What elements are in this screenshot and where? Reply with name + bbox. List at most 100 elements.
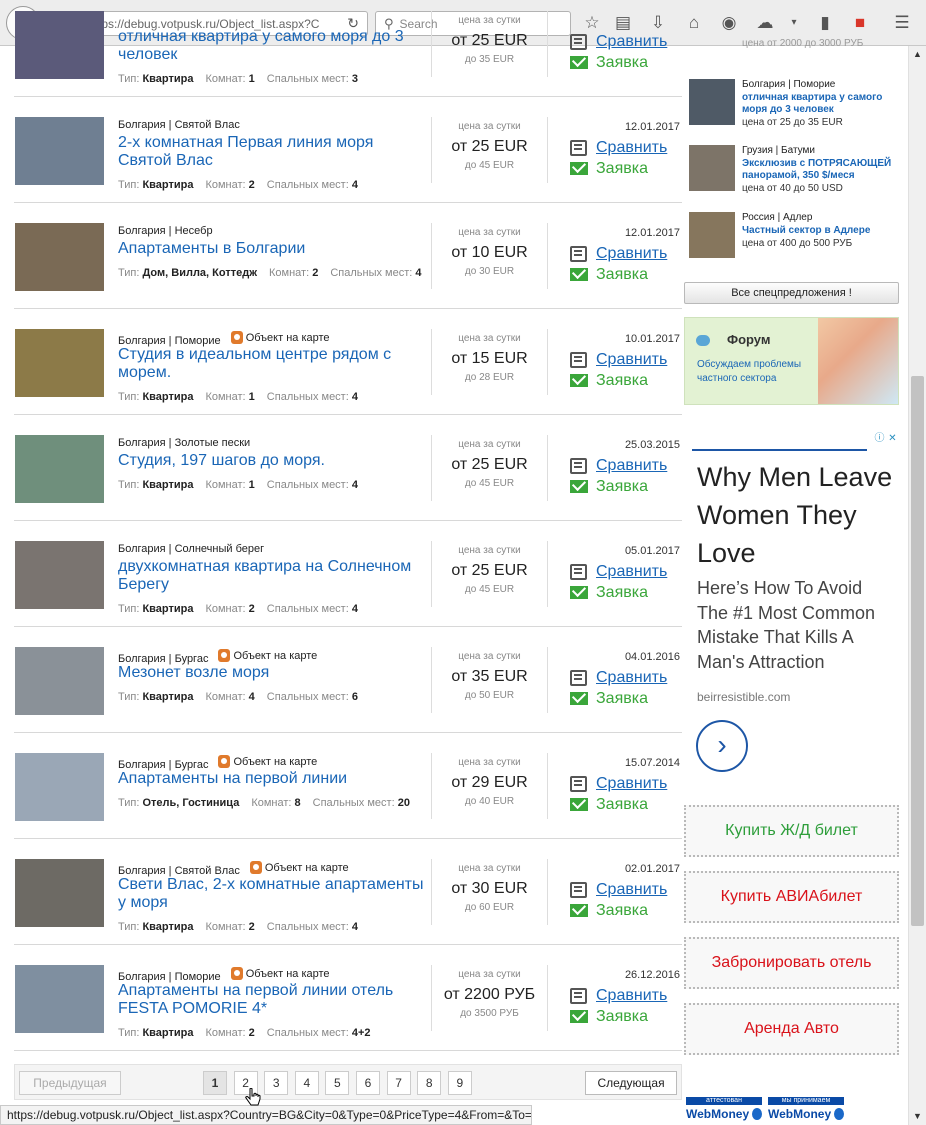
compare-link[interactable]: Сравнить	[596, 987, 667, 1005]
compare-button[interactable]: Сравнить	[570, 31, 667, 52]
cta-button[interactable]: Забронировать отель	[684, 937, 899, 989]
cta-button[interactable]: Купить АВИАбилет	[684, 871, 899, 923]
page-number-button[interactable]: 8	[417, 1071, 442, 1095]
listing-title[interactable]: отличная квартира у самого моря до 3 чел…	[118, 28, 424, 64]
listing-photo[interactable]	[15, 435, 104, 503]
special-offer[interactable]: Россия | Адлер Частный сектор в Адлере цен…	[684, 212, 902, 278]
listing-title[interactable]: Апартаменты в Болгарии	[118, 240, 424, 258]
page-number-button[interactable]: 7	[386, 1071, 411, 1095]
listing-photo[interactable]	[15, 541, 104, 609]
addon-icon[interactable]: ■	[849, 12, 871, 34]
request-link[interactable]: Заявка	[596, 160, 648, 178]
extension-icon[interactable]: ☁	[754, 12, 776, 34]
special-offer[interactable]: Болгария | Поморие отличная квартира у са…	[684, 79, 902, 145]
listing-photo[interactable]	[15, 223, 104, 291]
webmoney-badge[interactable]: аттестован WebMoney	[686, 1097, 762, 1123]
request-link[interactable]: Заявка	[596, 266, 648, 284]
request-button[interactable]: Заявка	[570, 582, 667, 603]
listing-photo[interactable]	[15, 859, 104, 927]
page-number-button[interactable]: 5	[325, 1071, 350, 1095]
page-number-button[interactable]: 9	[447, 1071, 472, 1095]
home-icon[interactable]: ⌂	[683, 12, 705, 34]
page-number-button[interactable]: 3	[264, 1071, 289, 1095]
on-map-link[interactable]: Объект на карте	[249, 861, 349, 874]
webmoney-badge[interactable]: мы принимаем WebMoney	[768, 1097, 844, 1123]
listing-title[interactable]: Свети Влас, 2-х комнатные апартаменты у …	[118, 876, 424, 912]
compare-link[interactable]: Сравнить	[596, 245, 667, 263]
listing-photo[interactable]	[15, 753, 104, 821]
scroll-up-icon[interactable]: ▲	[909, 46, 926, 63]
offer-title[interactable]: Эксклюзив с ПОТРЯСАЮЩЕЙ панорамой, 350 $…	[742, 158, 898, 182]
cta-button[interactable]: Аренда Авто	[684, 1003, 899, 1055]
on-map-link[interactable]: Объект на карте	[230, 331, 330, 344]
compare-button[interactable]: Сравнить	[570, 879, 667, 900]
on-map-link[interactable]: Объект на карте	[218, 755, 317, 768]
adchoices-icon[interactable]: ⓘ ✕	[873, 432, 899, 446]
request-link[interactable]: Заявка	[596, 1008, 648, 1026]
scroll-thumb[interactable]	[911, 376, 924, 926]
offer-title[interactable]: отличная квартира у самого моря до 3 чел…	[742, 92, 898, 116]
request-link[interactable]: Заявка	[596, 584, 648, 602]
offer-photo[interactable]	[689, 212, 735, 258]
request-link[interactable]: Заявка	[596, 372, 648, 390]
listing-title[interactable]: Мезонет возле моря	[118, 664, 424, 682]
request-link[interactable]: Заявка	[596, 478, 648, 496]
request-link[interactable]: Заявка	[596, 796, 648, 814]
compare-link[interactable]: Сравнить	[596, 669, 667, 687]
chat-icon[interactable]: ▮	[814, 12, 836, 34]
compare-button[interactable]: Сравнить	[570, 561, 667, 582]
compare-link[interactable]: Сравнить	[596, 457, 667, 475]
compare-link[interactable]: Сравнить	[596, 351, 667, 369]
request-link[interactable]: Заявка	[596, 902, 648, 920]
cta-button[interactable]: Купить Ж/Д билет	[684, 805, 899, 857]
ad-body[interactable]: Here’s How To Avoid The #1 Most Common M…	[697, 576, 897, 674]
listing-title[interactable]: Студия в идеальном центре рядом с морем.	[118, 346, 424, 382]
listing-photo[interactable]	[15, 117, 104, 185]
listing-photo[interactable]	[15, 11, 104, 79]
request-button[interactable]: Заявка	[570, 688, 667, 709]
request-button[interactable]: Заявка	[570, 900, 667, 921]
compare-link[interactable]: Сравнить	[596, 563, 667, 581]
request-link[interactable]: Заявка	[596, 690, 648, 708]
ad-headline[interactable]: Why Men Leave Women They Love	[697, 458, 897, 572]
compare-button[interactable]: Сравнить	[570, 773, 667, 794]
listing-title[interactable]: Студия, 197 шагов до моря.	[118, 452, 424, 470]
request-button[interactable]: Заявка	[570, 476, 667, 497]
on-map-link[interactable]: Объект на карте	[230, 967, 330, 980]
request-button[interactable]: Заявка	[570, 794, 667, 815]
listing-title[interactable]: 2-х комнатная Первая линия моря Святой В…	[118, 134, 424, 170]
request-button[interactable]: Заявка	[570, 1006, 667, 1027]
on-map-link[interactable]: Объект на карте	[218, 649, 317, 662]
request-link[interactable]: Заявка	[596, 54, 648, 72]
compare-button[interactable]: Сравнить	[570, 349, 667, 370]
scroll-down-icon[interactable]: ▼	[909, 1108, 926, 1125]
request-button[interactable]: Заявка	[570, 264, 667, 285]
listing-title[interactable]: двухкомнатная квартира на Солнечном Бере…	[118, 558, 424, 594]
listing-title[interactable]: Апартаменты на первой линии	[118, 770, 424, 788]
offer-photo[interactable]	[689, 79, 735, 125]
page-number-button[interactable]: 6	[356, 1071, 380, 1095]
offer-title[interactable]: Частный сектор в Адлере	[742, 225, 898, 237]
offer-photo[interactable]	[689, 145, 735, 191]
request-button[interactable]: Заявка	[570, 370, 667, 391]
page-number-button[interactable]: 4	[294, 1071, 319, 1095]
prev-page-button[interactable]: Предыдущая	[19, 1071, 121, 1095]
request-button[interactable]: Заявка	[570, 52, 667, 73]
compare-button[interactable]: Сравнить	[570, 137, 667, 158]
compare-link[interactable]: Сравнить	[596, 775, 667, 793]
compare-button[interactable]: Сравнить	[570, 455, 667, 476]
listing-title[interactable]: Апартаменты на первой линии отель FESTA …	[118, 982, 424, 1018]
compare-link[interactable]: Сравнить	[596, 139, 667, 157]
compare-button[interactable]: Сравнить	[570, 985, 667, 1006]
listing-photo[interactable]	[15, 965, 104, 1033]
compare-button[interactable]: Сравнить	[570, 243, 667, 264]
compare-link[interactable]: Сравнить	[596, 33, 667, 51]
listing-photo[interactable]	[15, 329, 104, 397]
pocket-icon[interactable]: ◉	[718, 12, 740, 34]
forum-banner[interactable]: Форум Обсуждаем проблемы частного сектор…	[684, 317, 899, 405]
special-offer[interactable]: Грузия | Батуми Эксклюзив с ПОТРЯСАЮЩЕЙ п…	[684, 145, 902, 211]
request-button[interactable]: Заявка	[570, 158, 667, 179]
page-number-button[interactable]: 1	[203, 1071, 227, 1095]
chevron-right-icon[interactable]: ›	[696, 720, 748, 772]
menu-icon[interactable]: ☰	[891, 12, 913, 34]
